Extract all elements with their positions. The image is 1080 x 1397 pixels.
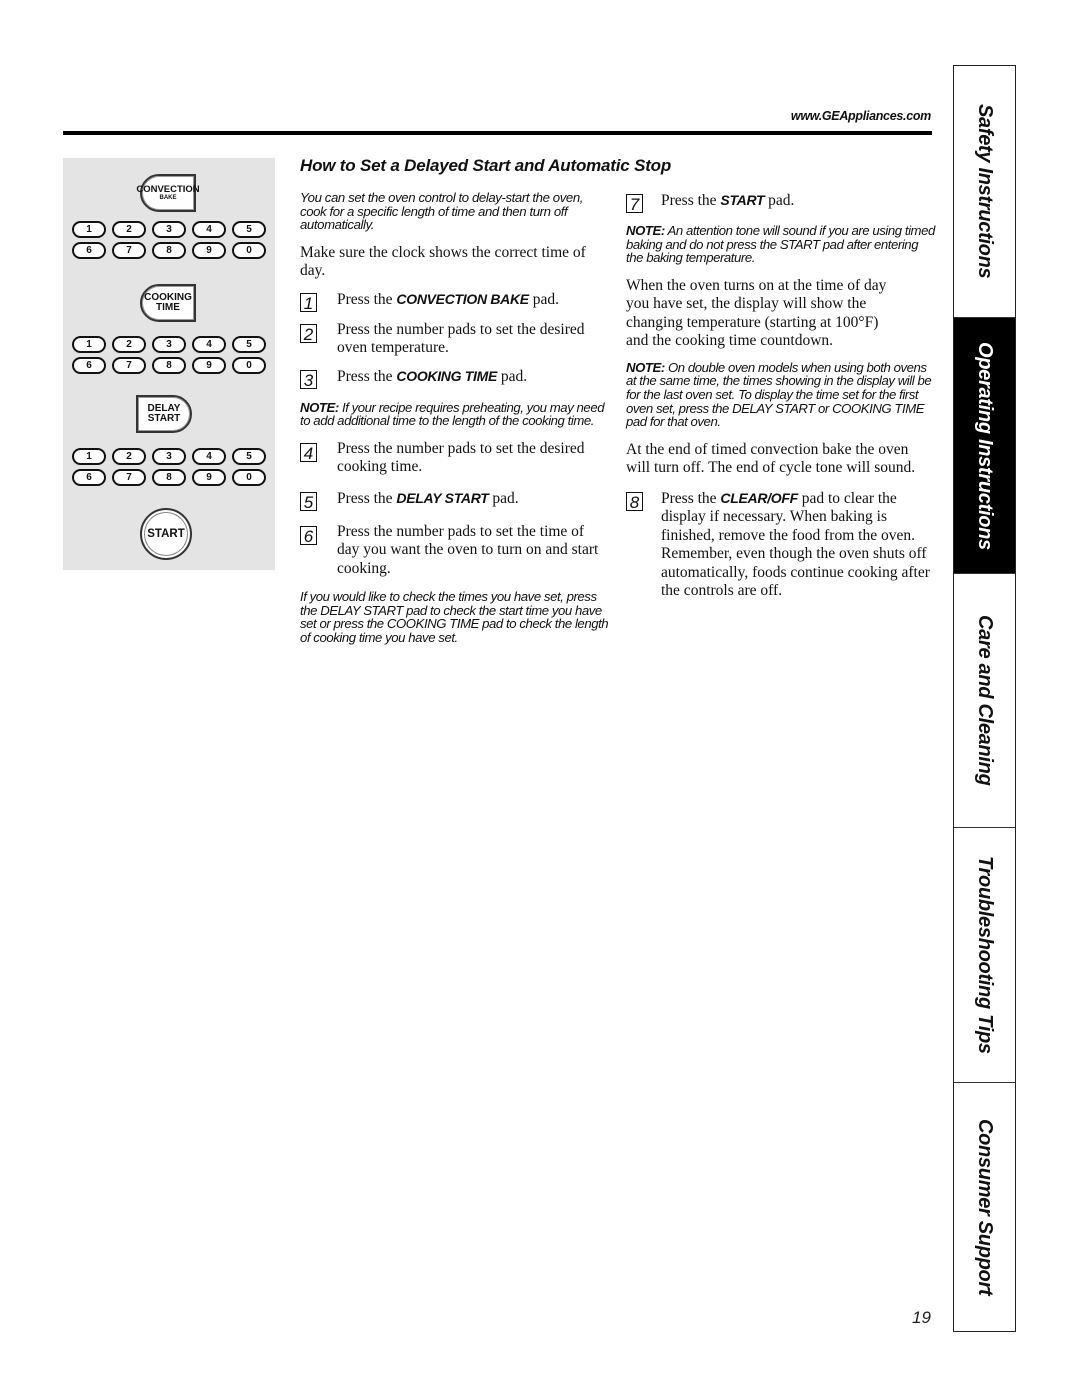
step-8: 8 Press the CLEAR/OFF pad to clear the d… xyxy=(626,489,936,601)
step-number: 4 xyxy=(300,442,317,463)
keyword: CONVECTION BAKE xyxy=(396,290,529,307)
number-pad: 6 xyxy=(72,469,106,486)
keyword: CLEAR/OFF xyxy=(720,489,798,506)
header-rule xyxy=(63,131,932,135)
tab-troubleshooting-tips[interactable]: Troubleshooting Tips xyxy=(954,828,1015,1083)
step-2: 2 Press the number pads to set the desir… xyxy=(300,321,610,358)
step-number: 8 xyxy=(626,491,643,512)
step-number: 1 xyxy=(300,292,317,313)
number-pad: 0 xyxy=(232,357,266,374)
number-pad: 6 xyxy=(72,357,106,374)
convection-bake-pad: CONVECTION BAKE xyxy=(136,174,200,212)
number-pad: 5 xyxy=(232,336,266,353)
section-tabs: Safety Instructions Operating Instructio… xyxy=(953,65,1016,1332)
step-number: 5 xyxy=(300,491,317,512)
number-pad: 0 xyxy=(232,242,266,259)
section-title: How to Set a Delayed Start and Automatic… xyxy=(300,156,672,175)
delay-start-pad: DELAY START xyxy=(136,395,192,433)
check-times-tip: If you would like to check the times you… xyxy=(300,589,609,645)
step-number: 3 xyxy=(300,369,317,390)
number-pad: 5 xyxy=(232,221,266,238)
step-7: 7 Press the START pad. xyxy=(626,191,936,214)
number-pad: 6 xyxy=(72,242,106,259)
page-number: 19 xyxy=(912,1308,931,1327)
start-pad: START xyxy=(140,508,192,560)
intro-text: You can set the oven control to delay-st… xyxy=(300,190,584,232)
step-1: 1 Press the CONVECTION BAKE pad. xyxy=(300,290,610,313)
number-pad: 5 xyxy=(232,448,266,465)
number-pad: 2 xyxy=(112,336,146,353)
number-pad: 4 xyxy=(192,336,226,353)
number-pad: 3 xyxy=(152,221,186,238)
number-pad: 9 xyxy=(192,357,226,374)
step-number: 2 xyxy=(300,323,317,344)
tab-care-and-cleaning[interactable]: Care and Cleaning xyxy=(954,574,1015,828)
number-pad: 1 xyxy=(72,448,106,465)
step-3: 3 Press the COOKING TIME pad. xyxy=(300,367,610,390)
control-panel-illustration: CONVECTION BAKE 1 2 3 4 5 6 7 8 9 0 COOK… xyxy=(63,158,275,570)
number-pad: 8 xyxy=(152,242,186,259)
number-pad: 9 xyxy=(192,242,226,259)
number-pad: 4 xyxy=(192,448,226,465)
number-pads-3: 1 2 3 4 5 6 7 8 9 0 xyxy=(72,448,268,486)
cooking-time-pad: COOKING TIME xyxy=(140,284,196,322)
step-5: 5 Press the DELAY START pad. xyxy=(300,489,610,512)
note-attention-tone: NOTE: An attention tone will sound if yo… xyxy=(626,223,935,266)
tab-consumer-support[interactable]: Consumer Support xyxy=(954,1083,1015,1331)
number-pad: 1 xyxy=(72,221,106,238)
instructions-column-2: 7 Press the START pad. NOTE: An attentio… xyxy=(626,191,936,610)
tab-safety-instructions[interactable]: Safety Instructions xyxy=(954,66,1015,318)
step-number: 7 xyxy=(626,194,643,214)
number-pad: 3 xyxy=(152,336,186,353)
number-pad: 4 xyxy=(192,221,226,238)
note-double-oven: NOTE: On double oven models when using b… xyxy=(626,359,932,430)
step-number: 6 xyxy=(300,525,317,546)
number-pads-1: 1 2 3 4 5 6 7 8 9 0 xyxy=(72,221,268,259)
number-pad: 8 xyxy=(152,357,186,374)
step-4: 4 Press the number pads to set the desir… xyxy=(300,440,610,477)
number-pad: 7 xyxy=(112,242,146,259)
number-pad: 1 xyxy=(72,336,106,353)
number-pad: 9 xyxy=(192,469,226,486)
end-of-bake-text: At the end of timed convection bake the … xyxy=(626,440,916,477)
number-pad: 7 xyxy=(112,357,146,374)
tab-operating-instructions[interactable]: Operating Instructions xyxy=(954,318,1015,574)
keyword: DELAY START xyxy=(396,489,489,506)
clock-note: Make sure the clock shows the correct ti… xyxy=(300,243,586,280)
number-pad: 3 xyxy=(152,448,186,465)
step-6: 6 Press the number pads to set the time … xyxy=(300,523,610,579)
website-url[interactable]: www.GEAppliances.com xyxy=(791,109,931,123)
keyword: START xyxy=(720,192,765,208)
instructions-column-1: You can set the oven control to delay-st… xyxy=(300,191,610,657)
number-pad: 8 xyxy=(152,469,186,486)
note-preheat: NOTE: If your recipe requires preheating… xyxy=(300,399,605,429)
number-pad: 2 xyxy=(112,448,146,465)
keyword: COOKING TIME xyxy=(396,367,498,384)
number-pad: 2 xyxy=(112,221,146,238)
oven-on-text: When the oven turns on at the time of da… xyxy=(626,276,887,350)
number-pad: 0 xyxy=(232,469,266,486)
number-pads-2: 1 2 3 4 5 6 7 8 9 0 xyxy=(72,336,268,374)
number-pad: 7 xyxy=(112,469,146,486)
